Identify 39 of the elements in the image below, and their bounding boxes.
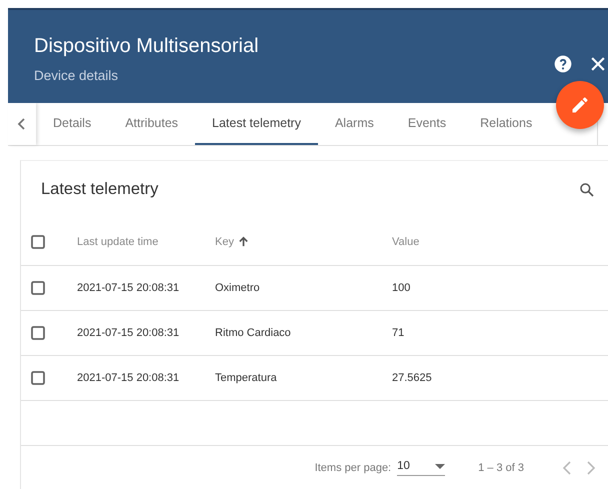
chevron-left-icon: [17, 117, 27, 131]
chevron-left-icon: [562, 460, 572, 476]
table-cell-text: 2021-07-15 20:08:31: [77, 372, 180, 384]
table-cell-text: 2021-07-15 20:08:31: [77, 327, 180, 339]
dialog-title: Dispositivo Multisensorial: [34, 35, 259, 58]
column-header[interactable]: Key: [215, 236, 234, 248]
page-size-select[interactable]: 10: [397, 460, 446, 476]
search-button[interactable]: [579, 182, 595, 198]
dialog-subtitle: Device details: [34, 68, 118, 83]
column-header[interactable]: Last update time: [77, 236, 158, 248]
help-button[interactable]: [553, 54, 573, 74]
checkbox[interactable]: [31, 326, 45, 340]
table-cell-text: 27.5625: [392, 372, 433, 384]
checkbox[interactable]: [31, 234, 45, 248]
tab[interactable]: Alarms: [318, 103, 391, 145]
tab[interactable]: Relations: [463, 103, 534, 145]
chevron-right-icon: [586, 460, 596, 476]
edit-button[interactable]: [556, 81, 604, 129]
table-cell-text: Ritmo Cardiaco: [215, 327, 292, 339]
table-cell-text: 100: [392, 282, 412, 294]
dropdown-arrow-icon: [435, 464, 446, 468]
page-range: 1 – 3 of 3: [478, 462, 524, 474]
card-title: Latest telemetry: [41, 180, 158, 199]
scroll-left-button[interactable]: [8, 103, 36, 145]
checkbox[interactable]: [31, 281, 45, 295]
table-cell-text: 71: [392, 327, 406, 339]
table-cell-text: Oximetro: [215, 282, 261, 294]
column-header[interactable]: Value: [392, 236, 420, 248]
pencil-icon: [570, 95, 590, 115]
table-cell-text: 2021-07-15 20:08:31: [77, 282, 180, 294]
tab[interactable]: Details: [36, 103, 108, 145]
tab[interactable]: Attributes: [108, 103, 196, 145]
table-cell-text: Temperatura: [215, 372, 278, 384]
help-icon: [553, 54, 573, 74]
checkbox[interactable]: [31, 371, 45, 385]
tab[interactable]: Events: [390, 103, 464, 145]
items-per-page-label: Items per page:: [314, 462, 392, 474]
search-icon: [579, 182, 595, 198]
tab[interactable]: Latest telemetry: [195, 103, 318, 145]
